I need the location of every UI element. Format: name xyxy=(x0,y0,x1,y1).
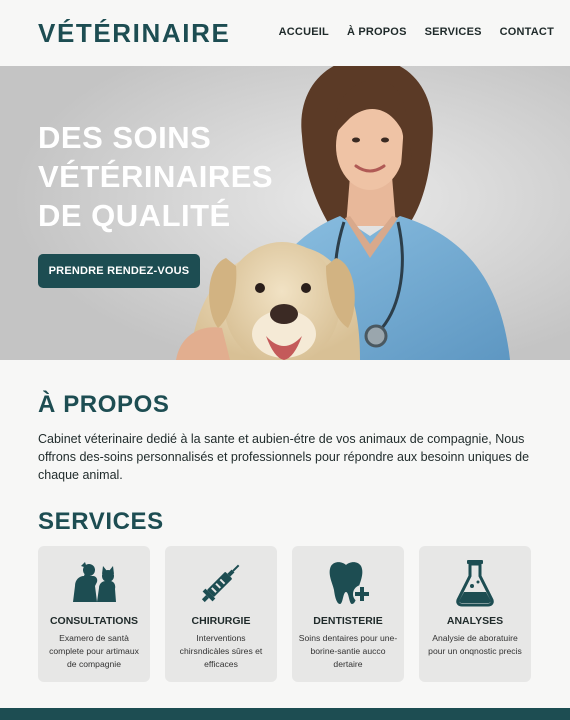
nav-contact[interactable]: CONTACT xyxy=(500,26,554,38)
footer-bar xyxy=(0,708,570,720)
hero-banner: DES SOINS VÉTÉRINAIRES DE QUALITÉ PRENDR… xyxy=(0,66,570,360)
services-grid: CONSULTATIONS Examero de santà complete … xyxy=(38,546,531,682)
service-title: CONSULTATIONS xyxy=(49,615,139,627)
services-title: SERVICES xyxy=(38,508,164,535)
service-desc: Analysie de aboratuire pour un onqnostic… xyxy=(428,633,522,656)
nav-accueil[interactable]: ACCUEIL xyxy=(279,26,329,38)
service-card-chirurgie[interactable]: CHIRURGIE Interventions chirsndicàles sû… xyxy=(165,546,277,682)
syringe-icon xyxy=(201,564,240,603)
book-appointment-button[interactable]: PRENDRE RENDEZ-VOUS xyxy=(38,254,200,288)
service-card-consultations[interactable]: CONSULTATIONS Examero de santà complete … xyxy=(38,546,150,682)
service-desc: Soins dentaires pour une-borine-santie a… xyxy=(298,633,398,669)
service-title: DENTISTERIE xyxy=(313,615,383,627)
about-title: À PROPOS xyxy=(38,391,170,418)
hero-title: DES SOINS VÉTÉRINAIRES DE QUALITÉ xyxy=(38,120,274,233)
pets-icon xyxy=(73,562,116,602)
main-nav: ACCUEIL À PROPOS SERVICES CONTACT xyxy=(279,26,554,38)
service-desc: Examero de santà complete pour artimaux … xyxy=(49,633,139,669)
nav-a-propos[interactable]: À PROPOS xyxy=(347,26,407,38)
about-text: Cabinet véterinaire dedié à la sante et … xyxy=(38,432,530,482)
service-title: ANALYSES xyxy=(446,615,504,627)
flask-icon xyxy=(456,560,494,607)
nav-services[interactable]: SERVICES xyxy=(425,26,482,38)
service-title: CHIRURGIE xyxy=(191,615,251,627)
service-desc: Interventions chirsndicàles sûres et eff… xyxy=(179,633,263,669)
site-header: VÉTÉRINAIRE ACCUEIL À PROPOS SERVICES CO… xyxy=(0,0,570,66)
site-logo[interactable]: VÉTÉRINAIRE xyxy=(38,18,230,49)
service-card-dentisterie[interactable]: DENTISTERIE Soins dentaires pour une-bor… xyxy=(292,546,404,682)
tooth-icon xyxy=(329,562,371,604)
service-card-analyses[interactable]: ANALYSES Analysie de aboratuire pour un … xyxy=(419,546,531,682)
